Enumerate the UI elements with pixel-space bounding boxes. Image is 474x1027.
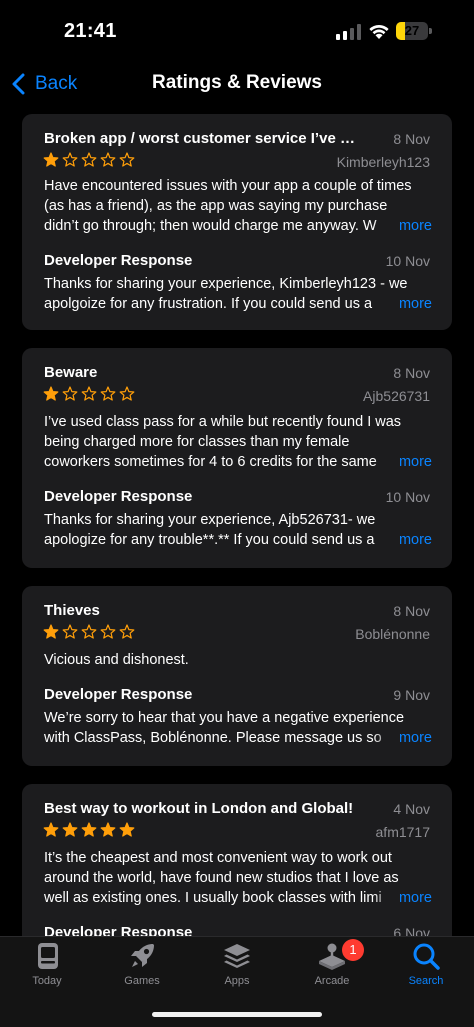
developer-response-title: Developer Response [44, 924, 193, 936]
tab-games[interactable]: Games [95, 941, 189, 997]
tab-search[interactable]: Search [379, 941, 473, 997]
developer-response-body: Thanks for sharing your experience, Kimb… [44, 274, 432, 314]
review-list[interactable]: Broken app / worst customer service I’ve… [0, 110, 474, 936]
developer-response-line: We’re sorry to hear that you have a nega… [44, 710, 405, 726]
star-filled-icon [43, 822, 59, 837]
review-author: afm1717 [375, 824, 430, 840]
review-card[interactable]: Thieves 8 Nov Boblénonne Vicious and dis… [22, 586, 452, 766]
developer-response-title: Developer Response [44, 252, 193, 269]
star-empty-icon [119, 152, 135, 167]
review-title: Thieves [44, 602, 100, 619]
developer-response-body: Thanks for sharing your experience, Ajb5… [44, 510, 432, 550]
review-title: Beware [44, 364, 98, 381]
star-filled-icon [43, 152, 59, 167]
review-card[interactable]: Beware 8 Nov Ajb526731 I’ve used class p… [22, 348, 452, 568]
star-rating [43, 152, 138, 167]
review-body-line: I’ve used class pass for a while but rec… [44, 414, 402, 430]
star-empty-icon [119, 386, 135, 401]
status-bar: 21:41 27 [0, 0, 474, 62]
developer-response-date: 6 Nov [393, 925, 430, 936]
star-filled-icon [81, 822, 97, 837]
star-empty-icon [62, 624, 78, 639]
review-more-link[interactable]: more [372, 216, 432, 236]
star-empty-icon [100, 386, 116, 401]
star-empty-icon [100, 624, 116, 639]
review-body: I’ve used class pass for a while but rec… [44, 412, 432, 472]
review-date: 8 Nov [393, 365, 430, 381]
star-empty-icon [119, 624, 135, 639]
star-filled-icon [43, 624, 59, 639]
star-empty-icon [100, 152, 116, 167]
star-rating [43, 386, 138, 401]
review-body-line: being charged more for classes than my f… [44, 434, 350, 450]
developer-response-title: Developer Response [44, 686, 193, 703]
review-author: Kimberleyh123 [336, 154, 430, 170]
review-title: Best way to workout in London and Global… [44, 800, 354, 817]
battery-icon: 27 [396, 22, 432, 40]
developer-response-date: 10 Nov [385, 253, 430, 269]
page-title: Ratings & Reviews [152, 72, 322, 93]
review-more-link[interactable]: more [372, 888, 432, 908]
star-rating [43, 624, 138, 639]
star-filled-icon [43, 386, 59, 401]
review-title: Broken app / worst customer service I’ve… [44, 130, 362, 147]
tab-label: Search [408, 975, 444, 987]
developer-response-more-link[interactable]: more [372, 294, 432, 314]
review-body-line: Have encountered issues with your app a … [44, 178, 412, 194]
review-date: 4 Nov [393, 801, 430, 817]
star-empty-icon [81, 624, 97, 639]
star-filled-icon [62, 822, 78, 837]
review-card[interactable]: Broken app / worst customer service I’ve… [22, 114, 452, 330]
apps-stack-icon [224, 944, 250, 968]
review-author: Ajb526731 [363, 388, 430, 404]
tab-today[interactable]: Today [0, 941, 94, 997]
nav-bar: Back Ratings & Reviews [0, 62, 474, 110]
developer-response-line: Thanks for sharing your experience, Ajb5… [44, 512, 376, 528]
developer-response-more-link[interactable]: more [372, 728, 432, 748]
review-author: Boblénonne [355, 626, 430, 642]
review-date: 8 Nov [393, 603, 430, 619]
review-more-link[interactable]: more [372, 452, 432, 472]
star-empty-icon [81, 386, 97, 401]
today-icon [38, 943, 58, 969]
developer-response-title: Developer Response [44, 488, 193, 505]
star-filled-icon [119, 822, 135, 837]
star-filled-icon [100, 822, 116, 837]
developer-response-date: 10 Nov [385, 489, 430, 505]
star-empty-icon [81, 152, 97, 167]
review-card[interactable]: Best way to workout in London and Global… [22, 784, 452, 936]
battery-level: 27 [404, 23, 420, 38]
tab-label: Apps [224, 975, 250, 987]
review-body: Vicious and dishonest. [44, 650, 432, 670]
signal-icon [336, 24, 361, 40]
star-empty-icon [62, 386, 78, 401]
status-time: 21:41 [64, 20, 117, 42]
review-body: It’s the cheapest and most convenient wa… [44, 848, 432, 908]
tab-arcade[interactable]: Arcade [285, 941, 379, 997]
tab-label: Arcade [314, 975, 350, 987]
developer-response-body: We’re sorry to hear that you have a nega… [44, 708, 432, 748]
review-body-line: Vicious and dishonest. [44, 652, 189, 668]
tab-label: Games [124, 975, 160, 987]
review-body: Have encountered issues with your app a … [44, 176, 432, 236]
review-date: 8 Nov [393, 131, 430, 147]
home-indicator[interactable] [152, 1012, 322, 1017]
tab-apps[interactable]: Apps [190, 941, 284, 997]
star-rating [43, 822, 138, 837]
search-icon [413, 943, 440, 970]
review-body-line: It’s the cheapest and most convenient wa… [44, 850, 392, 866]
review-body-line: (as has a friend), as the app was saying… [44, 198, 388, 214]
developer-response-more-link[interactable]: more [372, 530, 432, 550]
star-empty-icon [62, 152, 78, 167]
developer-response-line: Thanks for sharing your experience, Kimb… [44, 276, 408, 292]
wifi-icon [369, 24, 389, 39]
arcade-badge: 1 [342, 939, 364, 961]
review-body-line: around the world, have found new studios… [44, 870, 399, 886]
developer-response-date: 9 Nov [393, 687, 430, 703]
tab-label: Today [32, 975, 62, 987]
rocket-icon [131, 944, 154, 967]
